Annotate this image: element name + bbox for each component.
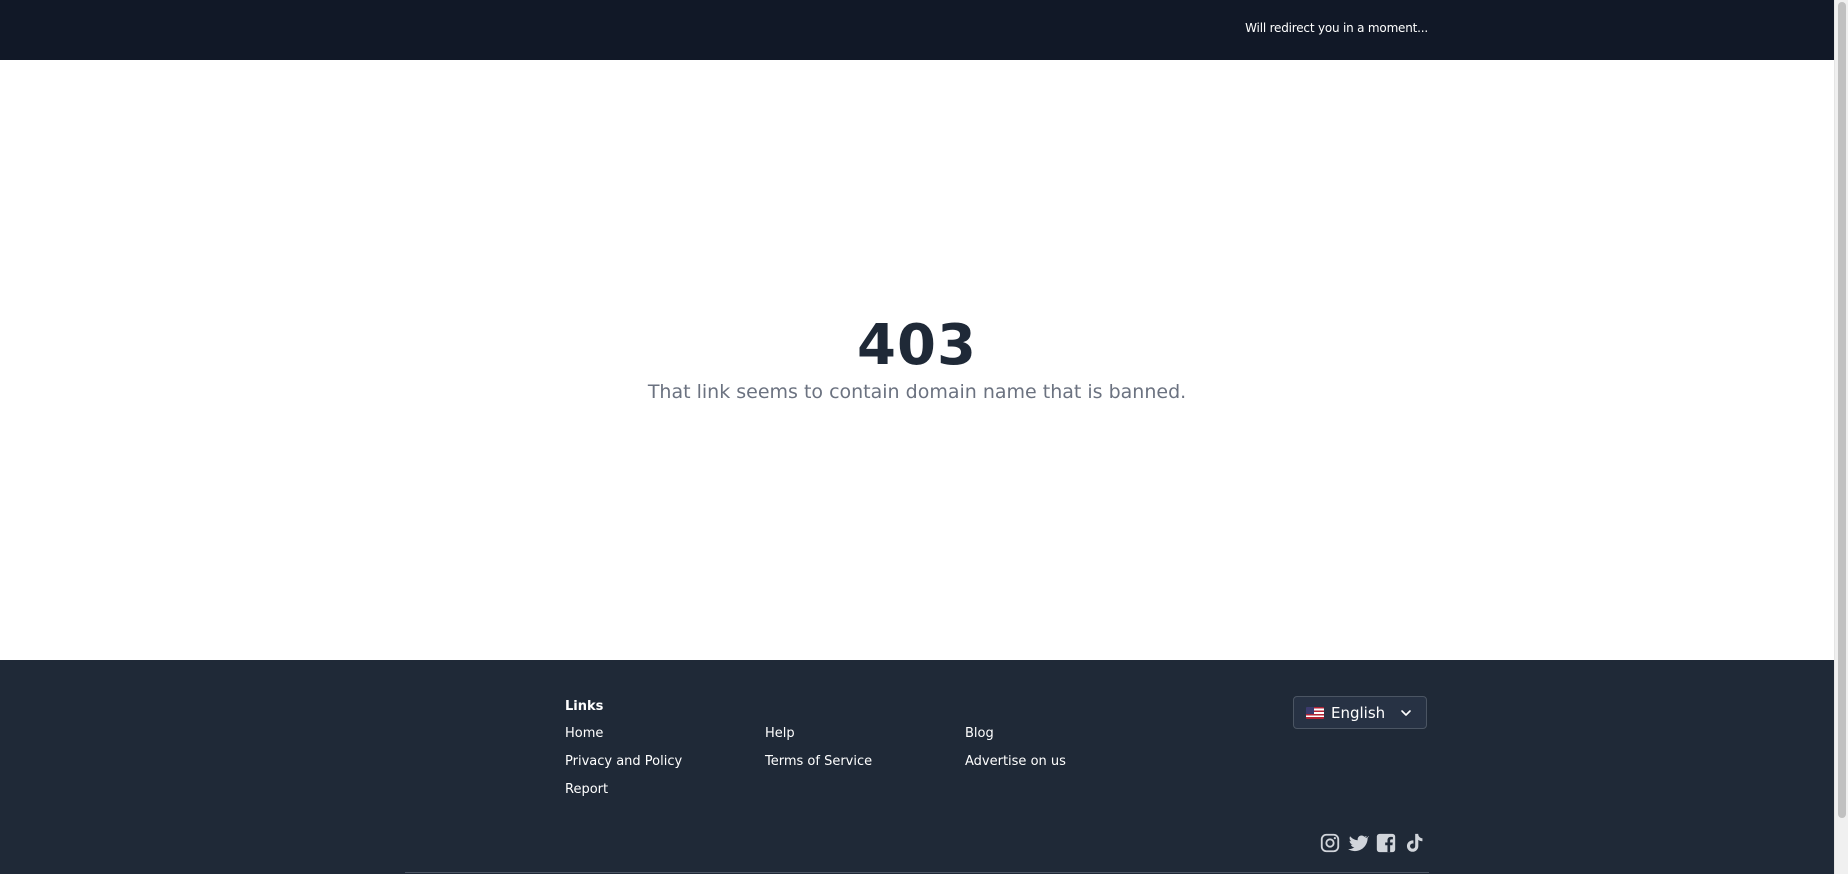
links-heading: Links: [565, 699, 604, 714]
footer-divider: [405, 872, 1429, 873]
main-content: 403 That link seems to contain domain na…: [0, 60, 1834, 660]
scrollbar-thumb[interactable]: [1838, 2, 1846, 818]
tiktok-icon[interactable]: [1403, 832, 1425, 854]
footer: Links Home Help Blog Privacy and Policy …: [0, 660, 1834, 874]
footer-link-terms[interactable]: Terms of Service: [765, 754, 872, 769]
twitter-icon[interactable]: [1347, 832, 1369, 854]
social-links: [1319, 832, 1425, 854]
language-select[interactable]: English: [1293, 696, 1427, 729]
footer-link-privacy[interactable]: Privacy and Policy: [565, 754, 682, 769]
redirect-notice: Will redirect you in a moment...: [1245, 21, 1428, 35]
footer-link-advertise[interactable]: Advertise on us: [965, 754, 1066, 769]
footer-link-help[interactable]: Help: [765, 726, 795, 741]
error-message: That link seems to contain domain name t…: [647, 381, 1187, 403]
instagram-icon[interactable]: [1319, 832, 1341, 854]
page: Will redirect you in a moment... 403 Tha…: [0, 0, 1848, 874]
footer-link-blog[interactable]: Blog: [965, 726, 994, 741]
chevron-down-icon: [1401, 710, 1411, 716]
language-label: English: [1331, 703, 1386, 722]
error-code: 403: [857, 313, 977, 378]
footer-link-report[interactable]: Report: [565, 782, 608, 797]
facebook-icon[interactable]: [1375, 832, 1397, 854]
top-bar: Will redirect you in a moment...: [0, 0, 1834, 60]
us-flag-icon: [1306, 706, 1324, 719]
page-scrollbar[interactable]: [1834, 0, 1848, 874]
footer-link-home[interactable]: Home: [565, 726, 603, 741]
